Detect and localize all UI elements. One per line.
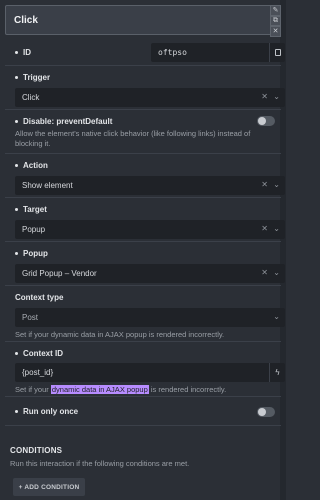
chevron-down-icon[interactable]: ⌄	[273, 312, 280, 321]
interaction-title: Click	[14, 15, 38, 26]
prevent-default-label: Disable: preventDefault	[15, 117, 112, 126]
copy-icon[interactable]: ⧉	[270, 15, 281, 26]
target-row: Target Popup ✕ ⌄	[5, 199, 285, 242]
header-actions: ✎ ⧉ ✕	[270, 5, 281, 37]
target-value: Popup	[22, 225, 46, 234]
context-id-input[interactable]: {post_id} ϟ	[15, 363, 285, 382]
action-row: Action Show element ✕ ⌄	[5, 155, 285, 198]
id-label: ID	[15, 48, 31, 57]
clear-icon[interactable]: ✕	[261, 92, 268, 101]
copy-id-button[interactable]	[269, 43, 285, 62]
conditions-help: Run this interaction if the following co…	[10, 459, 190, 468]
popup-label: Popup	[15, 249, 48, 258]
highlighted-text: dynamic data in AJAX popup	[50, 385, 149, 394]
trigger-value: Click	[22, 93, 40, 102]
bolt-icon: ϟ	[275, 368, 280, 377]
add-condition-button[interactable]: + ADD CONDITION	[13, 478, 85, 496]
pencil-icon[interactable]: ✎	[270, 5, 281, 16]
prevent-default-help: Allow the element's native click behavio…	[15, 129, 251, 148]
delete-icon[interactable]: ✕	[270, 26, 281, 37]
conditions-title: CONDITIONS	[10, 446, 63, 455]
chevron-down-icon[interactable]: ⌄	[273, 180, 280, 189]
target-label: Target	[15, 205, 47, 214]
context-type-row: Context type Post ⌄ Set if your dynamic …	[5, 287, 285, 342]
id-value: oftpso	[158, 48, 187, 57]
chevron-down-icon[interactable]: ⌄	[273, 92, 280, 101]
context-type-select[interactable]: Post ⌄	[15, 308, 285, 327]
trigger-select[interactable]: Click ✕ ⌄	[15, 88, 285, 107]
clear-icon[interactable]: ✕	[261, 180, 268, 189]
popup-select[interactable]: Grid Popup – Vendor ✕ ⌄	[15, 264, 285, 283]
action-value: Show element	[22, 181, 73, 190]
clear-icon[interactable]: ✕	[261, 268, 268, 277]
id-field[interactable]: oftpso	[151, 43, 285, 62]
run-once-toggle[interactable]	[257, 407, 275, 417]
context-type-label: Context type	[15, 293, 64, 302]
interaction-panel: Click ✎ ⧉ ✕ ID oftpso Trigger Click ✕ ⌄ …	[0, 0, 291, 500]
trigger-row: Trigger Click ✕ ⌄	[5, 67, 285, 110]
context-id-value: {post_id}	[22, 368, 54, 377]
action-label: Action	[15, 161, 48, 170]
run-once-label: Run only once	[15, 407, 78, 416]
dynamic-data-button[interactable]: ϟ	[269, 363, 285, 382]
action-select[interactable]: Show element ✕ ⌄	[15, 176, 285, 195]
clear-icon[interactable]: ✕	[261, 224, 268, 233]
id-row: ID oftpso	[5, 40, 285, 66]
interaction-header[interactable]: Click ✎ ⧉ ✕	[5, 5, 281, 37]
clipboard-icon	[274, 49, 281, 56]
run-once-row: Run only once	[5, 398, 281, 426]
target-select[interactable]: Popup ✕ ⌄	[15, 220, 285, 239]
context-id-help: Set if your dynamic data in AJAX popup i…	[15, 385, 227, 394]
context-id-row: Context ID {post_id} ϟ Set if your dynam…	[5, 343, 285, 397]
popup-value: Grid Popup – Vendor	[22, 269, 97, 278]
context-type-help: Set if your dynamic data in AJAX popup i…	[15, 330, 225, 339]
prevent-default-toggle[interactable]	[257, 116, 275, 126]
context-type-value: Post	[22, 313, 39, 322]
chevron-down-icon[interactable]: ⌄	[273, 268, 280, 277]
prevent-default-row: Disable: preventDefault Allow the elemen…	[5, 111, 281, 154]
trigger-label: Trigger	[15, 73, 50, 82]
popup-row: Popup Grid Popup – Vendor ✕ ⌄	[5, 243, 285, 286]
context-id-label: Context ID	[15, 349, 63, 358]
chevron-down-icon[interactable]: ⌄	[273, 224, 280, 233]
